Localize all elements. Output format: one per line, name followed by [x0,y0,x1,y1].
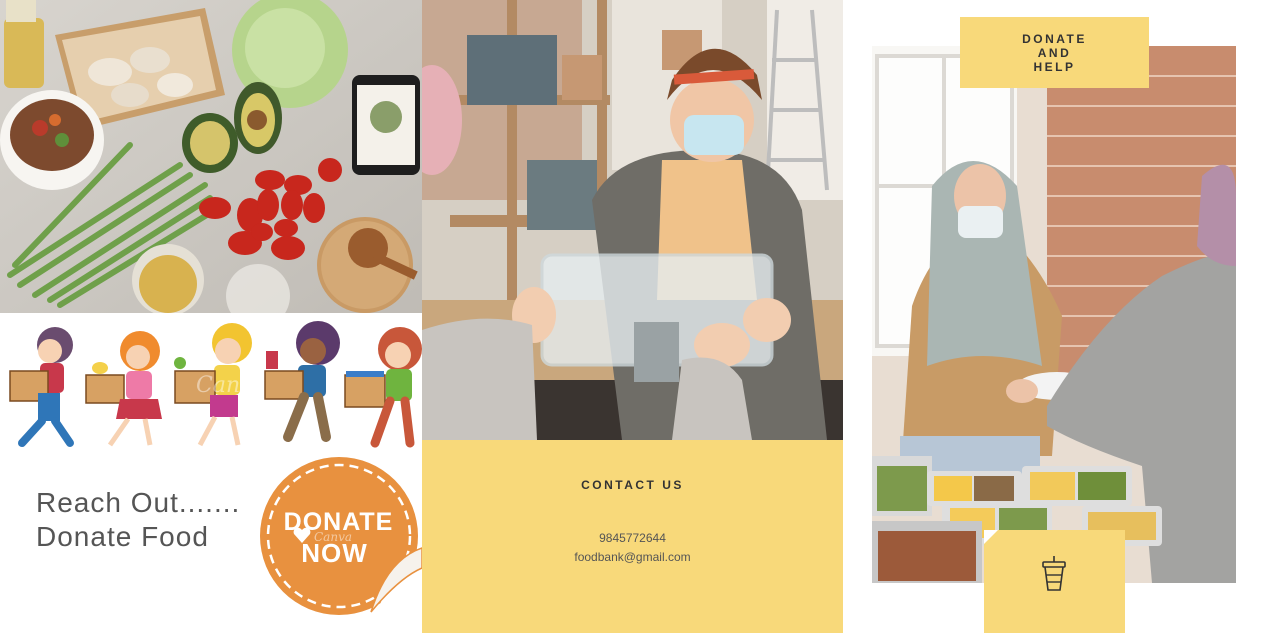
donate-now-badge[interactable]: DONATE NOW Canva [259,456,422,616]
badge-watermark: Canva [314,530,352,544]
headline-line-1: Reach Out....... [36,487,241,518]
volunteer-handing-food-photo [422,0,843,440]
donate-and-help-tag: DONATE AND HELP [960,17,1149,88]
contact-email[interactable]: foodbank@gmail.com [422,550,843,564]
kids-carrying-boxes-illustration: Canva [0,313,422,453]
left-panel: Canva Reach Out....... Donate Food DONAT… [0,0,422,633]
donate-help-line-2: AND [1037,46,1072,60]
donate-help-line-1: DONATE [1022,32,1087,46]
kids-watermark: Canva [196,373,266,398]
woman-serving-meals-photo [872,46,1236,583]
drink-cup-icon [1041,556,1067,597]
donate-help-line-3: HELP [1033,60,1076,74]
food-ingredients-photo [0,0,422,313]
drink-cup-box [984,530,1125,633]
contact-phone[interactable]: 9845772644 [422,531,843,545]
contact-us-section: CONTACT US 9845772644 foodbank@gmail.com [422,440,843,633]
reach-out-headline: Reach Out....... Donate Food [36,486,240,554]
contact-us-title: CONTACT US [581,478,684,492]
headline-line-2: Donate Food [36,521,209,552]
middle-panel: CONTACT US 9845772644 foodbank@gmail.com [422,0,843,633]
right-panel: DONATE AND HELP [843,0,1262,633]
